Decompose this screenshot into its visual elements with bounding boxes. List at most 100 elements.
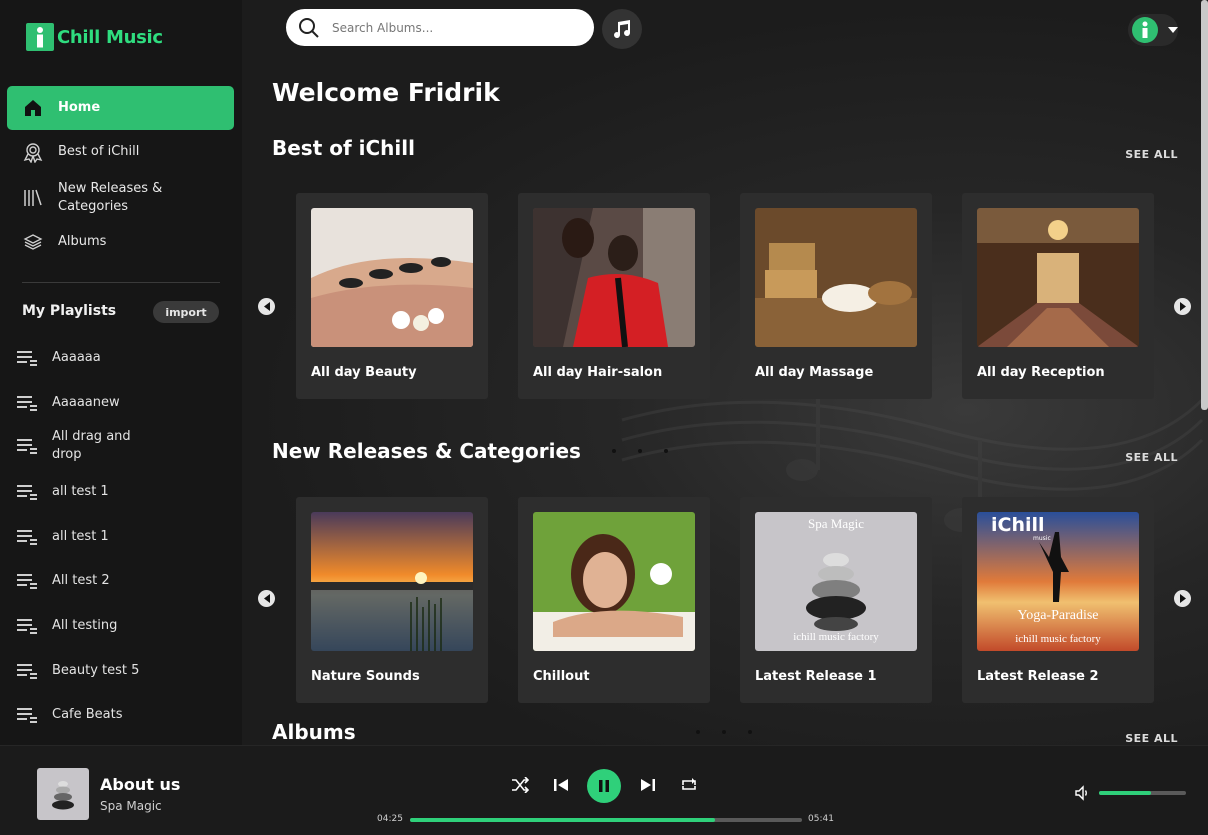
playlist-item[interactable]: All test 2 xyxy=(16,569,216,593)
home-icon xyxy=(22,97,44,119)
skip-back-icon xyxy=(554,779,568,791)
album-card[interactable]: Chillout xyxy=(518,497,710,703)
award-icon xyxy=(22,141,44,163)
volume-button[interactable] xyxy=(1074,785,1092,803)
repeat-icon xyxy=(682,778,696,790)
see-all-link[interactable]: SEE ALL xyxy=(1125,451,1178,464)
next-button[interactable] xyxy=(635,772,661,798)
shuffle-button[interactable] xyxy=(507,772,533,798)
arrow-right-icon xyxy=(1179,594,1186,603)
now-playing-artist[interactable]: Spa Magic xyxy=(100,799,162,813)
page-title: Welcome Fridrik xyxy=(272,78,500,107)
cover-text: ichill music factory xyxy=(1015,633,1101,645)
playlist-icon xyxy=(16,526,38,548)
album-cover xyxy=(311,512,473,651)
album-cover: iChill music Yoga-Paradise ichill music … xyxy=(977,512,1139,651)
carousel-dot[interactable] xyxy=(612,449,616,453)
user-menu[interactable] xyxy=(1128,14,1178,46)
progress-fill xyxy=(410,818,715,822)
album-title: Chillout xyxy=(533,669,590,684)
nav-label: Albums xyxy=(58,234,107,249)
playlist-item[interactable]: Aaaaanew xyxy=(16,391,216,415)
music-library-button[interactable] xyxy=(602,9,642,49)
playlist-label: Cafe Beats xyxy=(52,707,123,722)
playlist-item[interactable]: All drag and drop xyxy=(16,428,216,464)
playlist-icon xyxy=(16,481,38,503)
search-box[interactable] xyxy=(286,9,594,46)
section-title-albums: Albums xyxy=(272,720,356,744)
album-card[interactable]: All day Reception xyxy=(962,193,1154,399)
see-all-link[interactable]: SEE ALL xyxy=(1125,732,1178,745)
repeat-button[interactable] xyxy=(676,772,702,798)
album-cover xyxy=(977,208,1139,347)
volume-slider[interactable] xyxy=(1099,791,1186,795)
album-title: Latest Release 2 xyxy=(977,669,1099,684)
previous-button[interactable] xyxy=(548,772,574,798)
carousel-dot[interactable] xyxy=(722,730,726,734)
playlist-icon xyxy=(16,615,38,637)
volume-fill xyxy=(1099,791,1152,795)
playlist-label: all test 1 xyxy=(52,529,109,544)
carousel-next-button[interactable] xyxy=(1174,298,1191,315)
playlist-label: Beauty test 5 xyxy=(52,663,140,678)
cover-text: music xyxy=(1033,535,1051,542)
carousel-dot[interactable] xyxy=(664,449,668,453)
album-card[interactable]: iChill music Yoga-Paradise ichill music … xyxy=(962,497,1154,703)
playlist-icon xyxy=(16,570,38,592)
search-input[interactable] xyxy=(332,20,572,35)
see-all-link[interactable]: SEE ALL xyxy=(1125,148,1178,161)
cover-text: iChill xyxy=(991,514,1045,536)
progress-bar[interactable] xyxy=(410,818,802,822)
nav-item-best-of-ichill[interactable]: Best of iChill xyxy=(7,140,234,164)
logo-text: Chill Music xyxy=(57,26,163,48)
album-cover xyxy=(533,208,695,347)
nav-item-albums[interactable]: Albums xyxy=(7,230,234,254)
nav-label: Home xyxy=(58,100,101,115)
playlist-item[interactable]: all test 1 xyxy=(16,525,216,549)
chevron-down-icon xyxy=(1168,27,1178,33)
playlist-item[interactable]: all test 1 xyxy=(16,480,216,504)
playlist-icon xyxy=(16,660,38,682)
album-title: All day Beauty xyxy=(311,365,417,380)
playlist-item[interactable]: Beauty test 5 xyxy=(16,659,216,683)
shuffle-icon xyxy=(512,777,529,793)
carousel-dot[interactable] xyxy=(638,449,642,453)
album-cover xyxy=(755,208,917,347)
carousel-dots xyxy=(696,730,752,734)
arrow-left-icon xyxy=(263,594,270,603)
nav-item-home[interactable]: Home xyxy=(7,86,234,130)
scrollbar[interactable] xyxy=(1201,0,1208,410)
section-title-new-releases: New Releases & Categories xyxy=(272,439,581,463)
app-logo[interactable]: Chill Music xyxy=(26,22,163,52)
music-note-icon xyxy=(612,19,632,39)
playlist-icon xyxy=(16,392,38,414)
playlist-item[interactable]: Cafe Beats xyxy=(16,703,216,727)
album-card[interactable]: All day Massage xyxy=(740,193,932,399)
layers-icon xyxy=(22,231,44,253)
album-card[interactable]: All day Beauty xyxy=(296,193,488,399)
carousel-prev-button[interactable] xyxy=(258,298,275,315)
album-cover xyxy=(533,512,695,651)
playlist-icon xyxy=(16,435,38,457)
album-title: All day Reception xyxy=(977,365,1105,380)
playlist-item[interactable]: All testing xyxy=(16,614,216,638)
playlists-title: My Playlists xyxy=(22,303,117,319)
album-card[interactable]: All day Hair-salon xyxy=(518,193,710,399)
now-playing-title: About us xyxy=(100,775,181,794)
import-button[interactable]: import xyxy=(153,301,219,323)
album-cover xyxy=(311,208,473,347)
album-card[interactable]: Nature Sounds xyxy=(296,497,488,703)
carousel-next-button[interactable] xyxy=(1174,590,1191,607)
avatar xyxy=(1132,17,1158,43)
sidebar-divider xyxy=(22,282,220,283)
nav-item-new-releases[interactable]: New Releases & Categories xyxy=(7,180,234,216)
album-card[interactable]: Spa Magic ichill music factory Latest Re… xyxy=(740,497,932,703)
play-pause-button[interactable] xyxy=(587,769,621,803)
playlist-item[interactable]: Aaaaaa xyxy=(16,346,216,370)
volume-icon xyxy=(1075,785,1087,801)
album-title: All day Massage xyxy=(755,365,874,380)
carousel-dot[interactable] xyxy=(696,730,700,734)
carousel-dot[interactable] xyxy=(748,730,752,734)
carousel-prev-button[interactable] xyxy=(258,590,275,607)
cover-text: ichill music factory xyxy=(793,631,879,643)
